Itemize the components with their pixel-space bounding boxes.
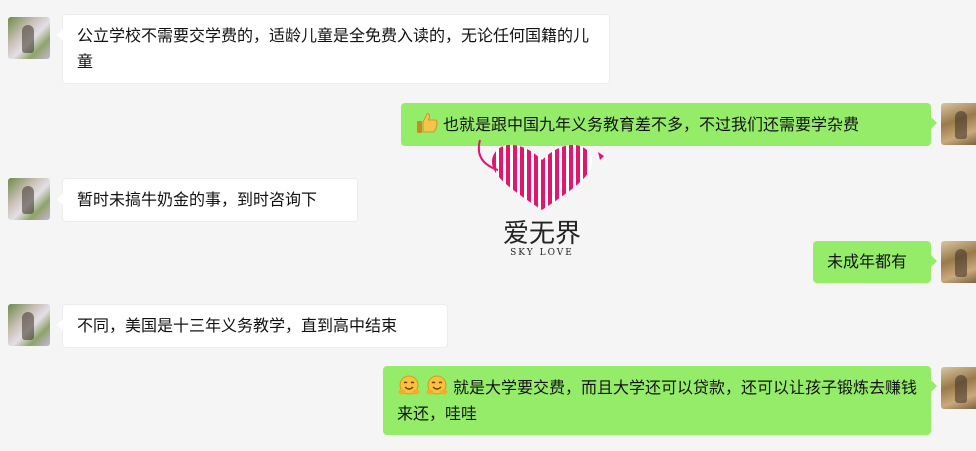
message-text: 未成年都有 bbox=[827, 252, 908, 271]
self-avatar[interactable] bbox=[941, 241, 976, 283]
hug-face-icon bbox=[426, 375, 448, 395]
message-bubble-outgoing[interactable]: 就是大学要交费，而且大学还可以贷款，还可以让孩子锻炼去赚钱来还，哇哇 bbox=[383, 366, 937, 435]
message-text: 暂时未搞牛奶金的事，到时咨询下 bbox=[77, 190, 318, 209]
watermark-subtitle: SKY LOVE bbox=[510, 248, 574, 258]
watermark-logo: 爱无界 SKY LOVE bbox=[472, 132, 612, 262]
self-avatar[interactable] bbox=[941, 103, 976, 145]
watermark-title: 爱无界 bbox=[502, 219, 581, 249]
message-bubble-outgoing[interactable]: 未成年都有 bbox=[813, 241, 937, 283]
message-text: 不同，美国是十三年义务教学，直到高中结束 bbox=[77, 316, 398, 335]
message-bubble-incoming[interactable]: 不同，美国是十三年义务教学，直到高中结束 bbox=[57, 304, 448, 348]
contact-avatar[interactable] bbox=[8, 17, 50, 59]
contact-avatar[interactable] bbox=[8, 178, 50, 220]
hug-face-icon bbox=[398, 375, 420, 395]
message-bubble-incoming[interactable]: 公立学校不需要交学费的，适龄儿童是全免费入读的，无论任何国籍的儿童 bbox=[57, 14, 610, 84]
contact-avatar[interactable] bbox=[8, 304, 50, 346]
thumbs-up-icon bbox=[417, 113, 438, 133]
message-text: 就是大学要交费，而且大学还可以贷款，还可以让孩子锻炼去赚钱来还，哇哇 bbox=[397, 378, 918, 423]
message-text: 公立学校不需要交学费的，适龄儿童是全免费入读的，无论任何国籍的儿童 bbox=[77, 26, 590, 71]
message-bubble-incoming[interactable]: 暂时未搞牛奶金的事，到时咨询下 bbox=[57, 178, 358, 222]
self-avatar[interactable] bbox=[941, 367, 976, 409]
